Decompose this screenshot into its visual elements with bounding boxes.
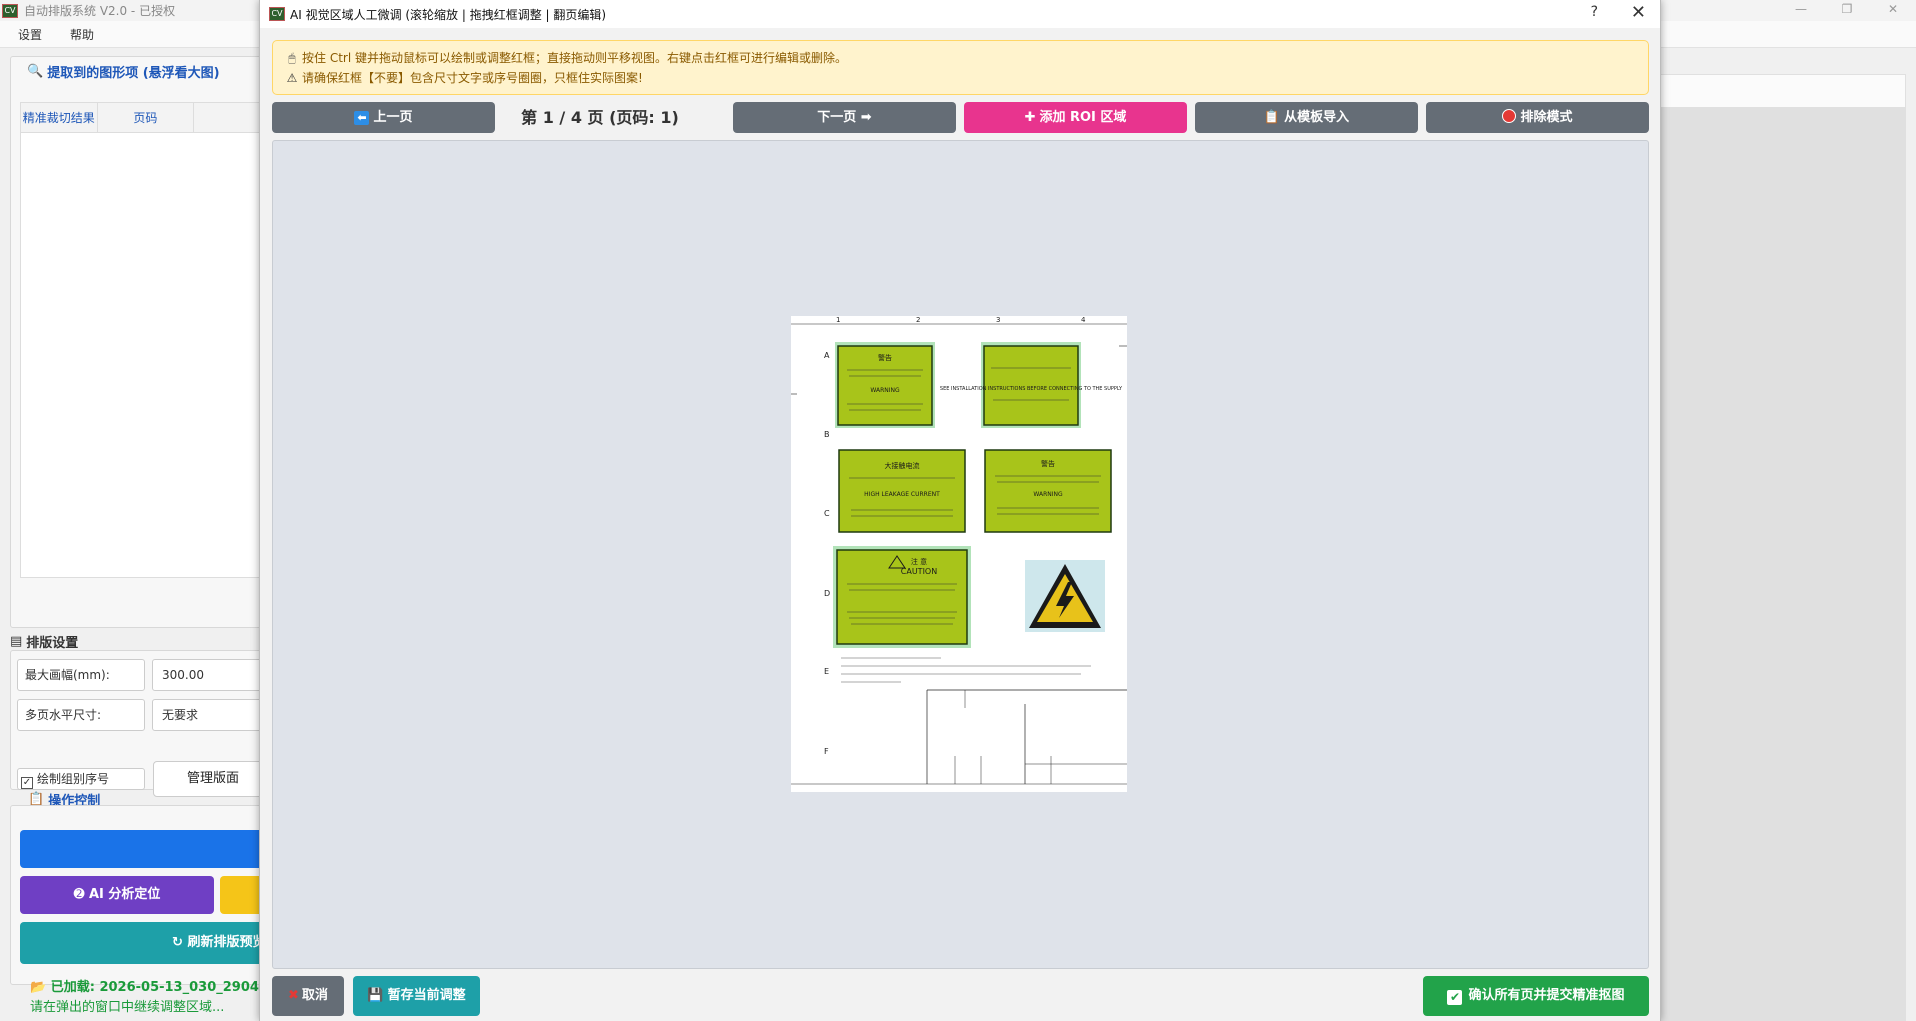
- refresh-preview-button[interactable]: ↻ 刷新排版预览: [20, 922, 280, 964]
- status-hint: 请在弹出的窗口中继续调整区域...: [30, 1000, 225, 1015]
- label-4[interactable]: 警告 WARNING: [984, 449, 1112, 533]
- svg-text:警告: 警告: [1041, 459, 1055, 468]
- folder-icon: 📂: [30, 980, 47, 995]
- row-mark: B: [824, 430, 830, 439]
- table-header: 精准裁切结果 页码: [21, 103, 270, 133]
- col-mark: 4: [1081, 316, 1086, 324]
- document-page[interactable]: 1 2 3 4 A B C D E F 警告 WARNING SEE INSTA…: [791, 316, 1127, 792]
- svg-text:CAUTION: CAUTION: [901, 567, 937, 576]
- row-mark: F: [824, 747, 829, 756]
- layout-settings-section: ▤ 排版设置 最大画幅(mm): 300.00 多页水平尺寸: 无要求 ✓ 绘制组…: [10, 632, 273, 797]
- x-icon: ✖: [288, 988, 299, 1003]
- row-mark: E: [824, 667, 829, 676]
- status-loaded: 📂 已加载: 2026-05-13_030_2904005: [30, 980, 287, 995]
- row-mark: A: [824, 351, 830, 360]
- svg-text:大接触电流: 大接触电流: [885, 461, 920, 470]
- cancel-button[interactable]: ✖ 取消: [272, 976, 344, 1016]
- document-page-svg: 1 2 3 4 A B C D E F 警告 WARNING SEE INSTA…: [791, 316, 1127, 785]
- column-header-extra: [194, 103, 270, 132]
- save-icon: 💾: [367, 988, 384, 1003]
- minimize-icon[interactable]: —: [1778, 0, 1824, 21]
- checkmark-icon: ✔: [1447, 990, 1463, 1005]
- ai-icon: ➋: [73, 887, 85, 902]
- title-block: [926, 689, 1127, 784]
- menu-settings[interactable]: 设置: [18, 26, 42, 43]
- extracted-table[interactable]: 精准裁切结果 页码: [20, 102, 270, 578]
- warning-icon: ⚠: [286, 71, 298, 85]
- extracted-items-title: 🔍 提取到的图形项 (悬浮看大图): [27, 64, 220, 81]
- mouse-icon: 🖱: [288, 51, 296, 65]
- close-icon[interactable]: ✕: [1870, 0, 1916, 21]
- svg-text:WARNING: WARNING: [870, 387, 900, 394]
- notice-line-ctrl: 🖱 按住 Ctrl 键并拖动鼠标可以绘制或调整红框；直接拖动则平移视图。右键点击红…: [285, 48, 1636, 68]
- primary-action-button[interactable]: [20, 830, 270, 868]
- template-import-button[interactable]: 📋 从模板导入: [1195, 102, 1418, 133]
- high-voltage-warning-icon[interactable]: [1025, 560, 1105, 632]
- document-icon: ▤: [10, 634, 23, 649]
- notice-banner: 🖱 按住 Ctrl 键并拖动鼠标可以绘制或调整红框；直接拖动则平移视图。右键点击红…: [272, 40, 1649, 95]
- app-icon: CV: [269, 7, 285, 21]
- add-roi-button[interactable]: ✚ 添加 ROI 区域: [964, 102, 1187, 133]
- svg-text:警告: 警告: [878, 353, 892, 362]
- window-controls: — ❐ ✕: [1778, 0, 1916, 21]
- layout-settings-title: ▤ 排版设置: [10, 634, 79, 651]
- ai-analyze-button[interactable]: ➋ AI 分析定位: [20, 876, 214, 914]
- app-icon: CV: [2, 3, 18, 18]
- arrow-left-icon: ⬅: [354, 111, 370, 125]
- svg-text:HIGH LEAKAGE CURRENT: HIGH LEAKAGE CURRENT: [864, 491, 940, 498]
- row-mark: C: [824, 509, 830, 518]
- svg-text:WARNING: WARNING: [1033, 491, 1063, 498]
- label-1[interactable]: 警告 WARNING: [835, 342, 935, 428]
- row-mark: D: [824, 589, 830, 598]
- multipage-select[interactable]: 无要求: [152, 699, 272, 731]
- label-3[interactable]: 大接触电流 HIGH LEAKAGE CURRENT: [838, 449, 966, 533]
- dialog-titlebar: CV AI 视觉区域人工微调 (滚轮缩放 | 拖拽红框调整 | 翻页编辑) ? …: [260, 0, 1660, 28]
- col-mark: 1: [836, 316, 840, 324]
- page-indicator: 第 1 / 4 页 (页码: 1): [521, 108, 679, 127]
- prev-page-button[interactable]: ⬅ 上一页: [272, 102, 495, 133]
- dialog-title: AI 视觉区域人工微调 (滚轮缩放 | 拖拽红框调整 | 翻页编辑): [290, 7, 607, 22]
- clipboard-icon: 📋: [1263, 110, 1281, 125]
- main-window-title: 自动排版系统 V2.0 - 已授权: [24, 4, 176, 18]
- col-mark: 2: [916, 316, 920, 324]
- column-header-page[interactable]: 页码: [98, 103, 195, 132]
- menu-help[interactable]: 帮助: [70, 26, 94, 43]
- layout-settings-box: 最大画幅(mm): 300.00 多页水平尺寸: 无要求 ✓ 绘制组别序号 管理版…: [10, 650, 273, 797]
- label-5[interactable]: 注 意 CAUTION: [833, 546, 971, 648]
- exclude-mode-button[interactable]: 排除模式: [1426, 102, 1649, 133]
- plus-icon: ✚: [1024, 110, 1036, 125]
- help-button[interactable]: ?: [1591, 4, 1598, 20]
- extracted-items-panel: 🔍 提取到的图形项 (悬浮看大图) 精准裁切结果 页码: [10, 56, 270, 628]
- multipage-label: 多页水平尺寸:: [17, 699, 145, 731]
- preview-area[interactable]: [1660, 107, 1906, 1021]
- notice-line-warning: ⚠ 请确保红框【不要】包含尺寸文字或序号圈圈，只框住实际图案!: [285, 68, 1636, 88]
- svg-text:SEE INSTALLATION INSTRUCTIONS: SEE INSTALLATION INSTRUCTIONS BEFORE CON…: [940, 386, 1123, 392]
- red-circle-icon: [1502, 109, 1517, 123]
- max-width-input[interactable]: 300.00: [152, 659, 272, 691]
- label-2[interactable]: SEE INSTALLATION INSTRUCTIONS BEFORE CON…: [940, 342, 1123, 428]
- close-button[interactable]: ✕: [1631, 2, 1646, 23]
- refresh-icon: ↻: [172, 935, 183, 950]
- svg-text:注 意: 注 意: [911, 557, 927, 566]
- save-adjustment-button[interactable]: 💾 暂存当前调整: [353, 976, 480, 1016]
- confirm-submit-button[interactable]: ✔ 确认所有页并提交精准抠图: [1423, 976, 1649, 1016]
- draw-seq-checkbox[interactable]: ✓ 绘制组别序号: [17, 768, 145, 790]
- restore-icon[interactable]: ❐: [1824, 0, 1870, 21]
- max-width-label: 最大画幅(mm):: [17, 659, 145, 691]
- notes-block: [841, 657, 1091, 683]
- operation-control-section: 📋 操作控制 ➋ AI 分析定位 ↻ 刷新排版预览 📂 已加载: 2026-05…: [10, 790, 286, 1021]
- col-mark: 3: [996, 316, 1000, 324]
- checkmark-icon: ✓: [21, 777, 33, 789]
- search-icon: 🔍: [27, 64, 44, 79]
- next-page-button[interactable]: 下一页 ➡: [733, 102, 956, 133]
- column-header-crop-result[interactable]: 精准裁切结果: [21, 103, 98, 132]
